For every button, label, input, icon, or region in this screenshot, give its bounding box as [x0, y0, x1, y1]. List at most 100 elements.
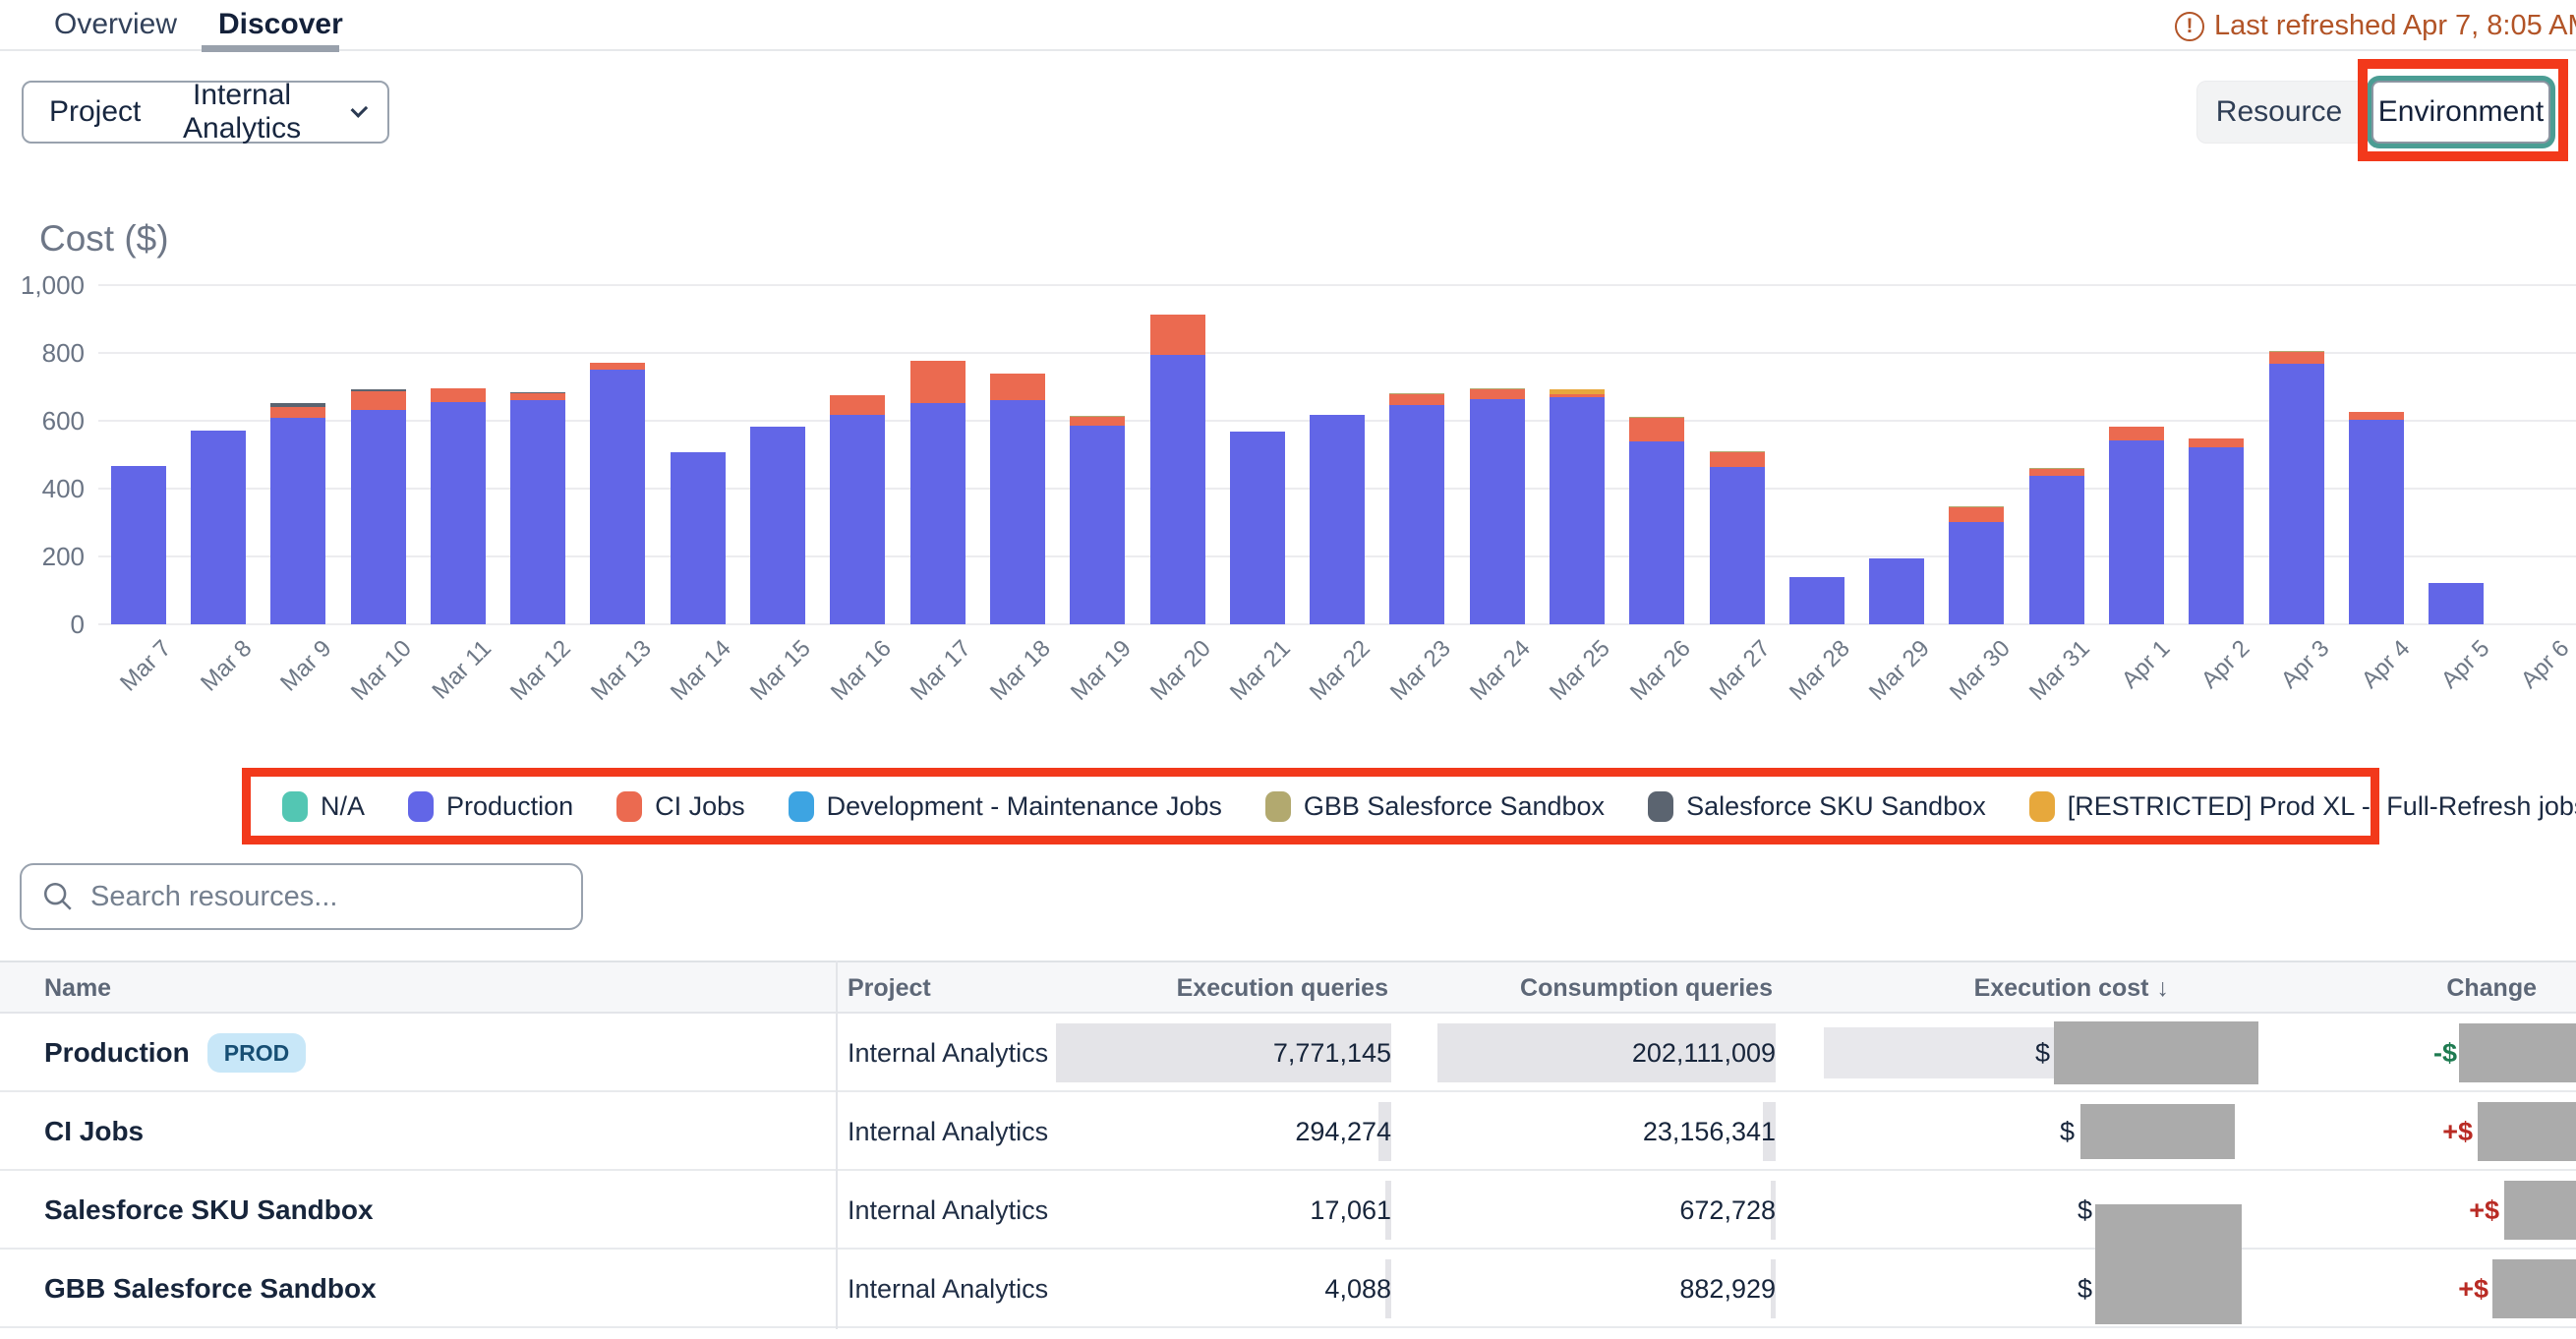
column-header-name[interactable]: Name — [44, 962, 111, 1014]
bar-segment-ci-jobs[interactable] — [1710, 452, 1765, 468]
bar-segment-production[interactable] — [1070, 426, 1125, 624]
bar-mar-26[interactable] — [1629, 417, 1684, 624]
bar-segment-ci-jobs[interactable] — [2189, 438, 2244, 448]
legend-item-ci-jobs[interactable]: CI Jobs — [616, 791, 745, 822]
bar-mar-24[interactable] — [1470, 388, 1525, 624]
bar-mar-19[interactable] — [1070, 416, 1125, 624]
bar-mar-18[interactable] — [990, 374, 1045, 624]
bar-segment-ci-jobs[interactable] — [910, 361, 966, 403]
bar-segment-ci-jobs[interactable] — [1629, 418, 1684, 440]
bar-segment-ci-jobs[interactable] — [270, 407, 325, 418]
bar-segment-ci-jobs[interactable] — [2269, 352, 2324, 365]
search-input[interactable] — [90, 881, 561, 913]
bar-segment-production[interactable] — [351, 410, 406, 624]
bar-mar-29[interactable] — [1869, 558, 1924, 624]
bar-segment-production[interactable] — [1629, 441, 1684, 624]
bar-segment-ci-jobs[interactable] — [590, 363, 645, 370]
bar-segment-production[interactable] — [2429, 583, 2484, 624]
bar-segment-production[interactable] — [2349, 420, 2404, 624]
bar-segment-production[interactable] — [1470, 399, 1525, 624]
bar-segment-ci-jobs[interactable] — [1150, 315, 1205, 355]
column-header-consumption-queries[interactable]: Consumption queries — [1463, 962, 1773, 1014]
bar-mar-31[interactable] — [2029, 468, 2084, 624]
bar-segment-production[interactable] — [191, 431, 246, 624]
bar-segment-ci-jobs[interactable] — [431, 388, 486, 403]
bar-segment-production[interactable] — [2269, 364, 2324, 624]
bar-mar-27[interactable] — [1710, 451, 1765, 624]
bar-mar-22[interactable] — [1310, 415, 1365, 624]
bar-mar-7[interactable] — [111, 466, 166, 624]
environment-toggle-button[interactable]: Environment — [2371, 81, 2550, 144]
tab-discover[interactable]: Discover — [218, 8, 343, 41]
bar-mar-8[interactable] — [191, 431, 246, 624]
bar-segment-ci-jobs[interactable] — [2109, 427, 2164, 440]
tab-overview[interactable]: Overview — [54, 8, 177, 41]
column-header-change[interactable]: Change — [2227, 962, 2537, 1014]
bar-mar-17[interactable] — [910, 361, 966, 624]
bar-mar-21[interactable] — [1230, 432, 1285, 624]
bar-segment-production[interactable] — [1949, 522, 2004, 624]
table-row-production[interactable]: ProductionPRODInternal Analytics7,771,14… — [0, 1014, 2576, 1092]
legend-item-restricted-prod-xl-full-refresh-jobs[interactable]: [RESTRICTED] Prod XL -- Full-Refresh job… — [2029, 791, 2576, 822]
bar-mar-9[interactable] — [270, 403, 325, 624]
bar-mar-25[interactable] — [1550, 389, 1605, 624]
bar-apr-5[interactable] — [2429, 583, 2484, 624]
bar-segment-production[interactable] — [590, 370, 645, 624]
bar-mar-16[interactable] — [830, 395, 885, 624]
bar-segment-production[interactable] — [1550, 397, 1605, 624]
table-row-ci-jobs[interactable]: CI JobsInternal Analytics294,27423,156,3… — [0, 1092, 2576, 1171]
bar-segment-ci-jobs[interactable] — [1070, 417, 1125, 426]
bar-apr-3[interactable] — [2269, 351, 2324, 624]
bar-mar-20[interactable] — [1150, 315, 1205, 624]
bar-mar-10[interactable] — [351, 389, 406, 624]
project-filter-button[interactable]: Project Internal Analytics — [22, 81, 389, 144]
bar-segment-production[interactable] — [910, 403, 966, 624]
bar-apr-2[interactable] — [2189, 438, 2244, 624]
bar-segment-production[interactable] — [1389, 405, 1444, 624]
bar-mar-13[interactable] — [590, 363, 645, 624]
bar-mar-11[interactable] — [431, 388, 486, 624]
bar-segment-production[interactable] — [1789, 577, 1844, 624]
bar-segment-production[interactable] — [111, 466, 166, 624]
bar-segment-ci-jobs[interactable] — [1470, 389, 1525, 399]
bar-segment-ci-jobs[interactable] — [2029, 469, 2084, 476]
column-header-project[interactable]: Project — [848, 962, 931, 1014]
bar-apr-4[interactable] — [2349, 412, 2404, 624]
legend-item-production[interactable]: Production — [408, 791, 573, 822]
bar-mar-28[interactable] — [1789, 577, 1844, 624]
bar-segment-production[interactable] — [2029, 476, 2084, 624]
bar-mar-30[interactable] — [1949, 506, 2004, 624]
legend-item-development-maintenance-jobs[interactable]: Development - Maintenance Jobs — [789, 791, 1222, 822]
bar-segment-production[interactable] — [270, 418, 325, 624]
bar-mar-15[interactable] — [750, 427, 805, 624]
bar-segment-production[interactable] — [2189, 447, 2244, 624]
bar-segment-production[interactable] — [1710, 467, 1765, 624]
legend-item-salesforce-sku-sandbox[interactable]: Salesforce SKU Sandbox — [1648, 791, 1986, 822]
bar-apr-1[interactable] — [2109, 427, 2164, 624]
resource-toggle-button[interactable]: Resource — [2196, 81, 2362, 144]
column-header-execution-queries[interactable]: Execution queries — [1079, 962, 1388, 1014]
bar-segment-production[interactable] — [990, 400, 1045, 624]
bar-segment-production[interactable] — [750, 427, 805, 624]
bar-segment-production[interactable] — [510, 400, 565, 624]
bar-segment-ci-jobs[interactable] — [830, 395, 885, 415]
bar-segment-production[interactable] — [1150, 355, 1205, 624]
bar-segment-ci-jobs[interactable] — [2349, 412, 2404, 420]
bar-segment-production[interactable] — [1310, 415, 1365, 624]
bar-segment-ci-jobs[interactable] — [990, 374, 1045, 400]
legend-item-n-a[interactable]: N/A — [282, 791, 365, 822]
bar-mar-14[interactable] — [671, 452, 726, 624]
bar-segment-ci-jobs[interactable] — [1949, 507, 2004, 522]
bar-mar-12[interactable] — [510, 392, 565, 624]
bar-segment-production[interactable] — [1230, 432, 1285, 624]
bar-segment-ci-jobs[interactable] — [351, 391, 406, 410]
bar-segment-production[interactable] — [2109, 440, 2164, 624]
legend-item-gbb-salesforce-sandbox[interactable]: GBB Salesforce Sandbox — [1265, 791, 1605, 822]
bar-segment-production[interactable] — [671, 452, 726, 624]
bar-segment-production[interactable] — [830, 415, 885, 624]
bar-segment-ci-jobs[interactable] — [510, 393, 565, 400]
bar-segment-ci-jobs[interactable] — [1389, 394, 1444, 405]
bar-mar-23[interactable] — [1389, 393, 1444, 624]
column-header-execution-cost[interactable]: Execution cost↓ — [1859, 962, 2169, 1014]
bar-segment-production[interactable] — [431, 402, 486, 624]
